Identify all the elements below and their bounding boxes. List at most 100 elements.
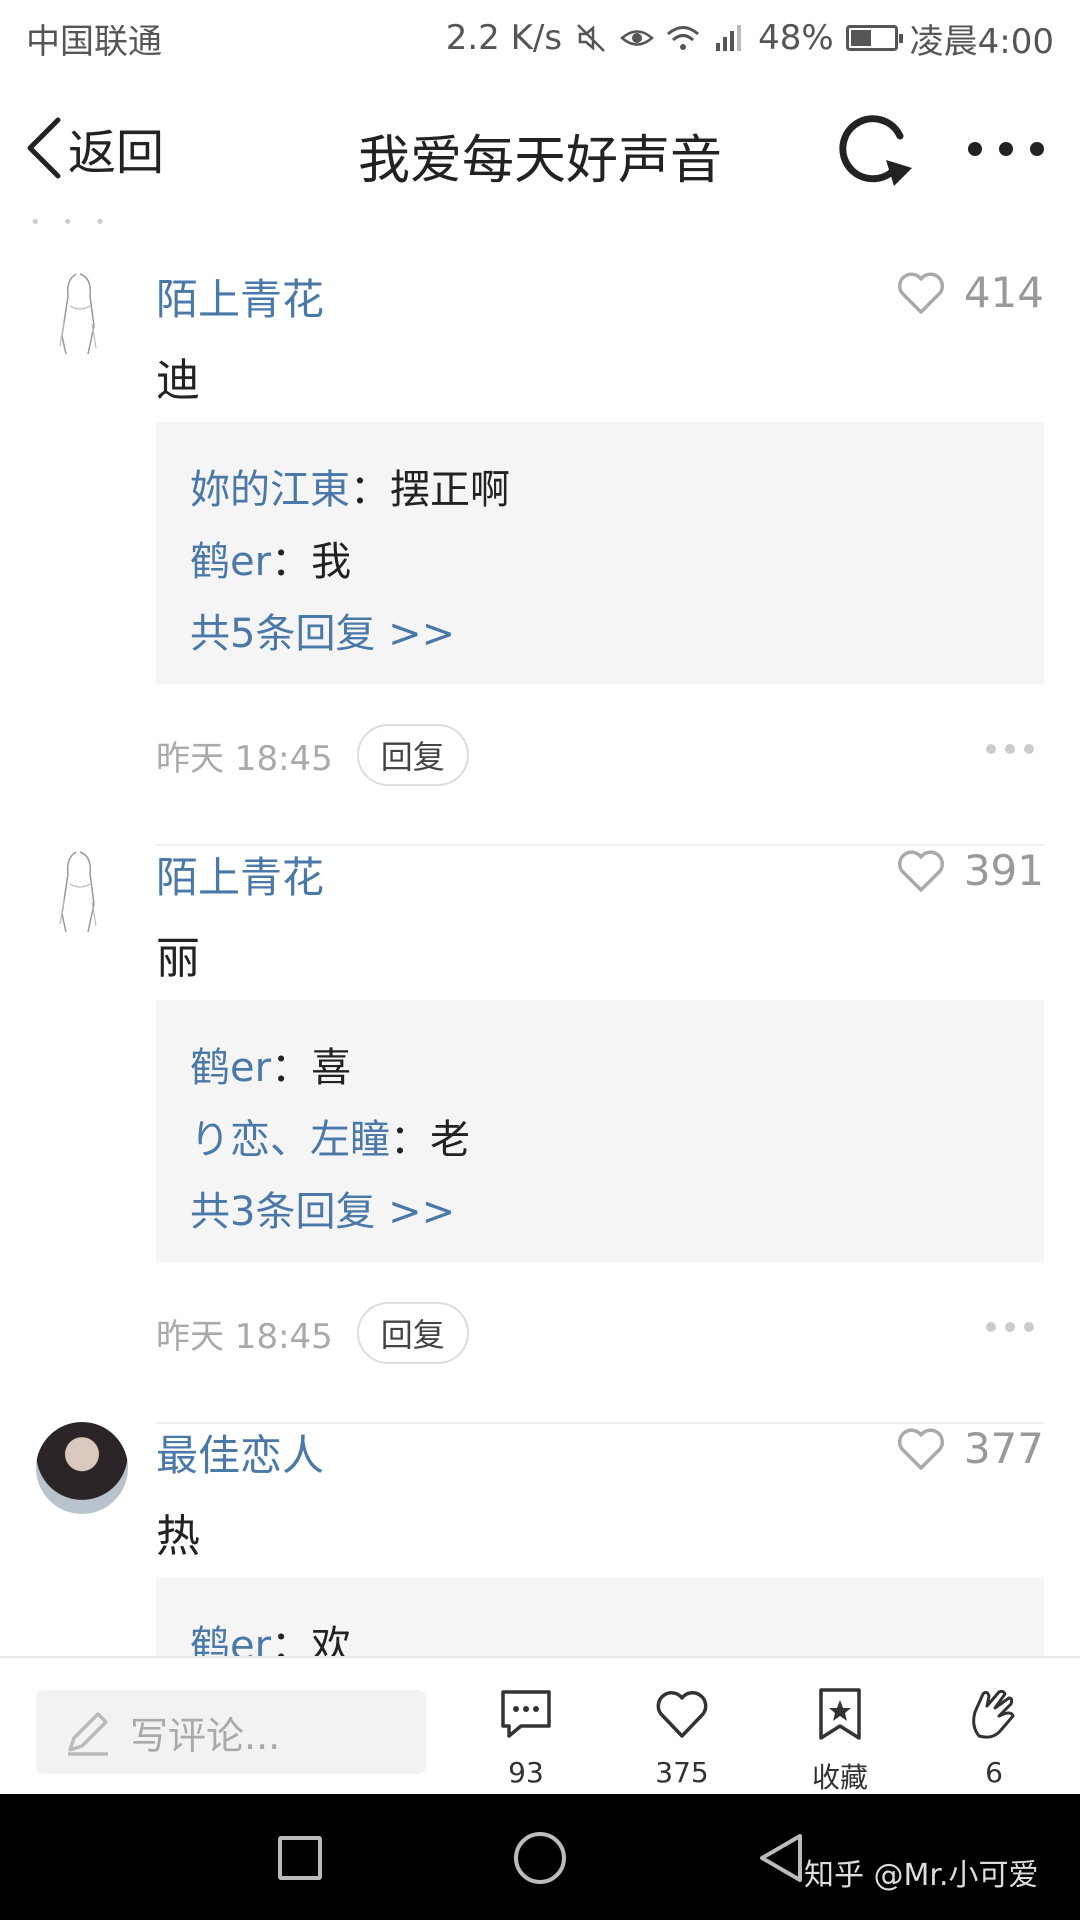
comment-meta: 昨天 18:45 回复: [156, 724, 469, 786]
recents-button[interactable]: [278, 1836, 322, 1880]
watermark: 知乎 @Mr.小可爱: [804, 1858, 1039, 1893]
refresh-share-icon: [839, 115, 912, 186]
share-count: 6: [985, 1756, 1003, 1789]
dot-icon: [1030, 142, 1044, 156]
reply-text: 摆正啊: [390, 467, 510, 513]
comments-button[interactable]: 93: [466, 1686, 586, 1789]
dot-icon: [999, 142, 1013, 156]
eye-icon: [620, 21, 654, 55]
like-count: 377: [963, 1424, 1044, 1473]
reply-line: 妳的江東：摆正啊: [190, 454, 1010, 526]
back-button[interactable]: 返回: [24, 114, 164, 182]
reply-separator: ：: [271, 1045, 312, 1091]
pencil-icon: [68, 1712, 108, 1756]
more-options-button[interactable]: [968, 124, 1044, 174]
like-button[interactable]: 414: [896, 268, 1044, 317]
like-count: 414: [963, 268, 1044, 317]
comment-author[interactable]: 最佳恋人: [156, 1422, 324, 1483]
like-count: 391: [963, 846, 1044, 895]
dot-icon: [1005, 1322, 1015, 1332]
reply-text: 老: [430, 1117, 470, 1163]
reply-author[interactable]: 鹤er: [190, 1623, 271, 1656]
reply-author[interactable]: 鹤er: [190, 539, 271, 585]
dot-icon: [968, 142, 982, 156]
comment-text: 丽: [156, 933, 200, 984]
favorite-button[interactable]: 收藏: [780, 1686, 900, 1796]
reply-line: 鹤er：喜: [190, 1032, 1010, 1104]
comment-text: 热: [156, 1511, 200, 1562]
dot-icon: [986, 1322, 996, 1332]
sketch-avatar-icon: [59, 851, 97, 933]
scrolled-content-edge: • • •: [30, 212, 114, 226]
bookmark-star-icon: [819, 1688, 861, 1740]
home-button[interactable]: [514, 1832, 566, 1884]
wifi-icon: [666, 21, 700, 55]
reply-preview-box[interactable]: 鹤er：喜 り恋、左瞳：老 共3条回复 >>: [156, 1000, 1044, 1262]
reply-text: 喜: [311, 1045, 352, 1091]
signal-icon: [712, 21, 746, 55]
comment-more-button[interactable]: [986, 744, 1034, 758]
more-replies-link[interactable]: 共5条回复 >>: [190, 598, 1010, 670]
reply-separator: ：: [350, 467, 390, 513]
reply-button[interactable]: 回复: [356, 724, 469, 786]
reply-line: 鹤er：欢: [190, 1610, 1010, 1656]
reply-author[interactable]: 鹤er: [190, 1045, 271, 1091]
sketch-avatar-icon: [59, 273, 97, 355]
comment-time: 昨天 18:45: [156, 738, 333, 779]
favorite-label: 收藏: [811, 1761, 868, 1794]
battery-fill: [850, 30, 871, 46]
comment-time: 昨天 18:45: [156, 1316, 333, 1357]
back-label: 返回: [68, 125, 165, 181]
dot-icon: [1005, 744, 1015, 754]
reply-author[interactable]: り恋、左瞳: [190, 1117, 390, 1163]
avatar[interactable]: [36, 266, 128, 358]
reply-line: 鹤er：我: [190, 526, 1010, 598]
reply-button[interactable]: 回复: [356, 1302, 469, 1364]
carrier-name: 中国联通: [26, 21, 162, 62]
back-triangle-icon[interactable]: [756, 1830, 806, 1886]
dot-icon: [1024, 744, 1034, 754]
heart-icon: [897, 849, 944, 892]
comment-author[interactable]: 陌上青花: [156, 844, 324, 905]
write-comment-placeholder: 写评论...: [130, 1713, 281, 1758]
comment-meta: 昨天 18:45 回复: [156, 1302, 469, 1364]
reply-separator: ：: [271, 1623, 312, 1656]
write-comment-input[interactable]: 写评论...: [36, 1690, 426, 1774]
likes-count: 375: [655, 1756, 709, 1789]
comment-more-button[interactable]: [986, 1322, 1034, 1336]
reply-separator: ：: [390, 1117, 430, 1163]
hand-clap-icon: [972, 1689, 1015, 1739]
like-button[interactable]: 377: [896, 1424, 1044, 1473]
avatar[interactable]: [36, 1422, 128, 1514]
like-post-button[interactable]: 375: [622, 1686, 742, 1789]
reply-separator: ：: [271, 539, 312, 585]
reply-text: 欢: [311, 1623, 352, 1656]
reply-line: り恋、左瞳：老: [190, 1104, 1010, 1176]
dot-icon: [1024, 1322, 1034, 1332]
comment-text: 迪: [156, 355, 200, 406]
clock: 凌晨4:00: [909, 21, 1054, 62]
comments-count: 93: [508, 1756, 544, 1789]
reply-text: 我: [311, 539, 352, 585]
comment-bubble-icon: [501, 1690, 551, 1738]
battery-icon: [845, 25, 903, 51]
reply-preview-box[interactable]: 妳的江東：摆正啊 鹤er：我 共5条回复 >>: [156, 422, 1044, 684]
heart-icon: [897, 271, 944, 314]
more-replies-link[interactable]: 共3条回复 >>: [190, 1176, 1010, 1248]
bottom-toolbar: 写评论... 93 375 收藏 6: [0, 1656, 1080, 1794]
network-speed: 2.2 K/s: [445, 18, 563, 58]
nav-bar: 返回 我爱每天好声音: [0, 76, 1080, 220]
reply-preview-box[interactable]: 鹤er：欢: [156, 1578, 1044, 1656]
battery-percent: 48%: [758, 18, 834, 58]
like-button[interactable]: 391: [896, 846, 1044, 895]
comment-author[interactable]: 陌上青花: [156, 266, 324, 327]
status-bar: 中国联通 2.2 K/s 48% 凌晨4:00: [0, 0, 1080, 76]
reply-author[interactable]: 妳的江東: [190, 467, 350, 513]
comment-item: 最佳恋人 377 热 鹤er：欢: [0, 1422, 1080, 1656]
mute-icon: [574, 21, 608, 55]
heart-icon: [897, 1427, 944, 1470]
gift-button[interactable]: 6: [934, 1686, 1054, 1789]
share-button[interactable]: [836, 110, 918, 192]
chevron-left-icon: [27, 117, 61, 179]
avatar[interactable]: [36, 844, 128, 936]
